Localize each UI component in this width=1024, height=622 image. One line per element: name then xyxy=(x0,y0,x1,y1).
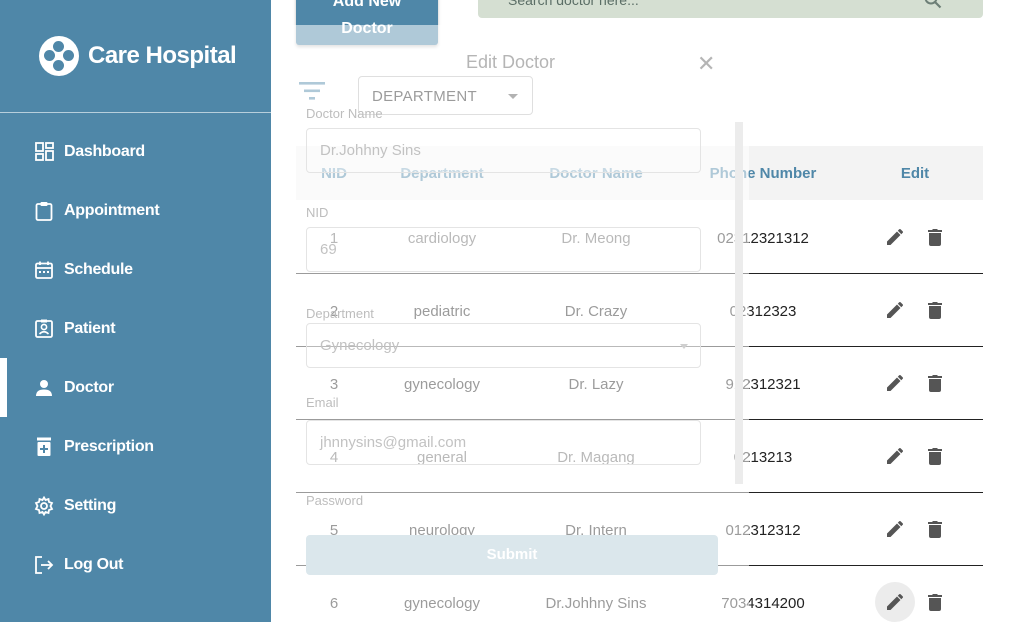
nid-label: NID xyxy=(306,205,329,220)
sidebar-item-label: Dashboard xyxy=(64,142,145,160)
email-field[interactable]: jhnnysins@gmail.com xyxy=(306,420,701,465)
brand[interactable]: Care Hospital xyxy=(39,36,237,76)
cell-doctor-name: Dr. Lazy xyxy=(568,376,624,393)
edit-pencil-icon[interactable] xyxy=(883,371,907,395)
edit-pencil-icon[interactable] xyxy=(883,298,907,322)
sidebar-item-label: Log Out xyxy=(64,555,124,573)
edit-pencil-icon[interactable] xyxy=(883,444,907,468)
delete-trash-icon[interactable] xyxy=(923,444,947,468)
close-icon[interactable]: ✕ xyxy=(697,51,715,77)
gear-icon xyxy=(34,495,54,516)
delete-trash-icon[interactable] xyxy=(923,590,947,614)
cell-doctor-name: Dr. Crazy xyxy=(564,303,628,320)
nid-field[interactable]: 69 xyxy=(306,227,701,272)
modal-title: Edit Doctor xyxy=(466,52,556,72)
hospital-logo-icon xyxy=(39,36,79,76)
cell-department: gynecology xyxy=(404,595,480,612)
department-filter-value: DEPARTMENT xyxy=(372,88,477,105)
cell-department: pediatric xyxy=(413,303,471,320)
sidebar-item-schedule[interactable]: Schedule xyxy=(0,240,271,299)
cell-nid: 6 xyxy=(329,595,339,612)
sidebar-item-label: Prescription xyxy=(64,437,154,455)
edit-pencil-icon[interactable] xyxy=(883,517,907,541)
sidebar-nav: Dashboard Appointment Schedule Patient D… xyxy=(0,122,271,594)
medicine-icon xyxy=(34,437,54,457)
add-button-line1: Add New xyxy=(332,0,402,10)
sidebar-item-label: Appointment xyxy=(64,201,160,219)
cell-phone: 012312312 xyxy=(725,522,801,539)
delete-trash-icon[interactable] xyxy=(923,371,947,395)
search-input[interactable]: Search doctor here... xyxy=(478,0,983,18)
cell-phone: 02312321312 xyxy=(717,230,809,247)
department-value: Gynecology xyxy=(320,337,400,354)
chevron-down-icon xyxy=(680,344,688,349)
sidebar-item-prescription[interactable]: Prescription xyxy=(0,417,271,476)
sidebar-item-patient[interactable]: Patient xyxy=(0,299,271,358)
column-header-phone-number: Phone Number xyxy=(709,165,817,182)
search-icon[interactable] xyxy=(923,0,943,15)
cell-nid: 3 xyxy=(329,376,339,393)
search-placeholder: Search doctor here... xyxy=(508,0,639,8)
logout-icon xyxy=(34,555,54,575)
scrollbar-thumb[interactable] xyxy=(735,122,743,484)
chevron-down-icon xyxy=(508,94,518,99)
department-filter-select[interactable]: DEPARTMENT xyxy=(358,76,533,115)
sidebar-item-dashboard[interactable]: Dashboard xyxy=(0,122,271,181)
cell-phone: 7034314200 xyxy=(721,595,805,612)
calendar-icon xyxy=(34,260,54,280)
sidebar-item-appointment[interactable]: Appointment xyxy=(0,181,271,240)
doctor-name-label: Doctor Name xyxy=(306,106,383,121)
sidebar-item-setting[interactable]: Setting xyxy=(0,476,271,535)
sidebar-item-label: Schedule xyxy=(64,260,133,278)
email-label: Email xyxy=(306,395,339,410)
sidebar-item-doctor[interactable]: Doctor xyxy=(0,358,271,417)
add-button-line2: Doctor xyxy=(341,20,393,37)
doctor-name-field[interactable]: Dr.Johhny Sins xyxy=(306,128,701,173)
doctor-name-value: Dr.Johhny Sins xyxy=(320,142,421,159)
sidebar-item-label: Patient xyxy=(64,319,116,337)
filter-icon[interactable] xyxy=(299,81,325,106)
clipboard-icon xyxy=(34,201,54,221)
modal-scrollbar[interactable] xyxy=(732,117,746,489)
add-doctor-button[interactable]: Add New Doctor xyxy=(296,0,438,45)
dashboard-icon xyxy=(34,142,54,162)
id-badge-icon xyxy=(34,319,54,339)
email-value: jhnnysins@gmail.com xyxy=(320,434,467,451)
cell-department: gynecology xyxy=(404,376,480,393)
password-label: Password xyxy=(306,493,364,508)
person-icon xyxy=(34,378,54,398)
department-select[interactable]: Gynecology xyxy=(306,323,701,368)
nid-value: 69 xyxy=(320,241,337,258)
sidebar-item-logout[interactable]: Log Out xyxy=(0,535,271,594)
main-content: Add New Doctor Search doctor here... DEP… xyxy=(271,0,1024,622)
delete-trash-icon[interactable] xyxy=(923,298,947,322)
delete-trash-icon[interactable] xyxy=(923,517,947,541)
department-label: Department xyxy=(306,306,374,321)
brand-name: Care Hospital xyxy=(88,42,237,69)
sidebar-divider xyxy=(0,112,271,113)
sidebar: Care Hospital Dashboard Appointment Sche… xyxy=(0,0,271,622)
submit-button[interactable]: Submit xyxy=(306,535,718,575)
sidebar-item-label: Doctor xyxy=(64,378,114,396)
column-header-edit: Edit xyxy=(900,165,930,182)
cell-doctor-name: Dr.Johhny Sins xyxy=(545,595,647,612)
edit-pencil-icon[interactable] xyxy=(883,225,907,249)
delete-trash-icon[interactable] xyxy=(923,225,947,249)
sidebar-item-label: Setting xyxy=(64,496,117,514)
edit-pencil-icon[interactable] xyxy=(875,582,915,622)
